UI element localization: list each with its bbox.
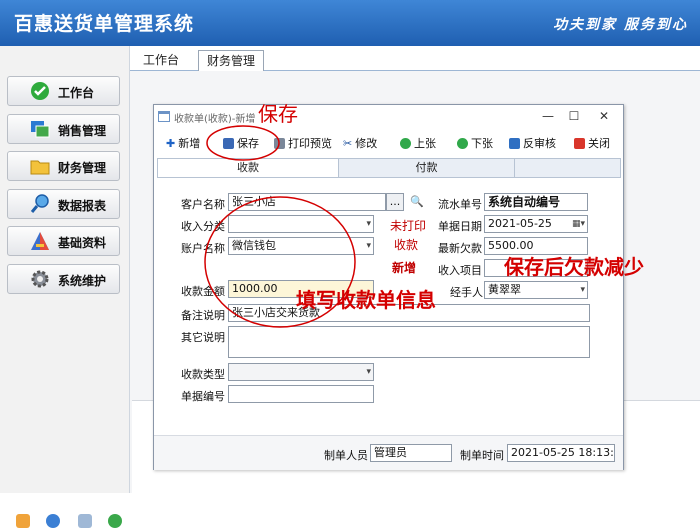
annotation-layer <box>204 125 356 328</box>
annotation-debt: 保存后欠款减少 <box>504 255 644 279</box>
annotation-fill: 填写收款单信息 <box>296 288 436 312</box>
annotation-save: 保存 <box>258 102 298 126</box>
save-highlight-ellipse <box>206 125 280 161</box>
power-icon[interactable] <box>108 514 122 528</box>
folder-small-icon[interactable] <box>16 514 30 528</box>
window-icon[interactable] <box>78 514 92 528</box>
clock-icon[interactable] <box>46 514 60 528</box>
